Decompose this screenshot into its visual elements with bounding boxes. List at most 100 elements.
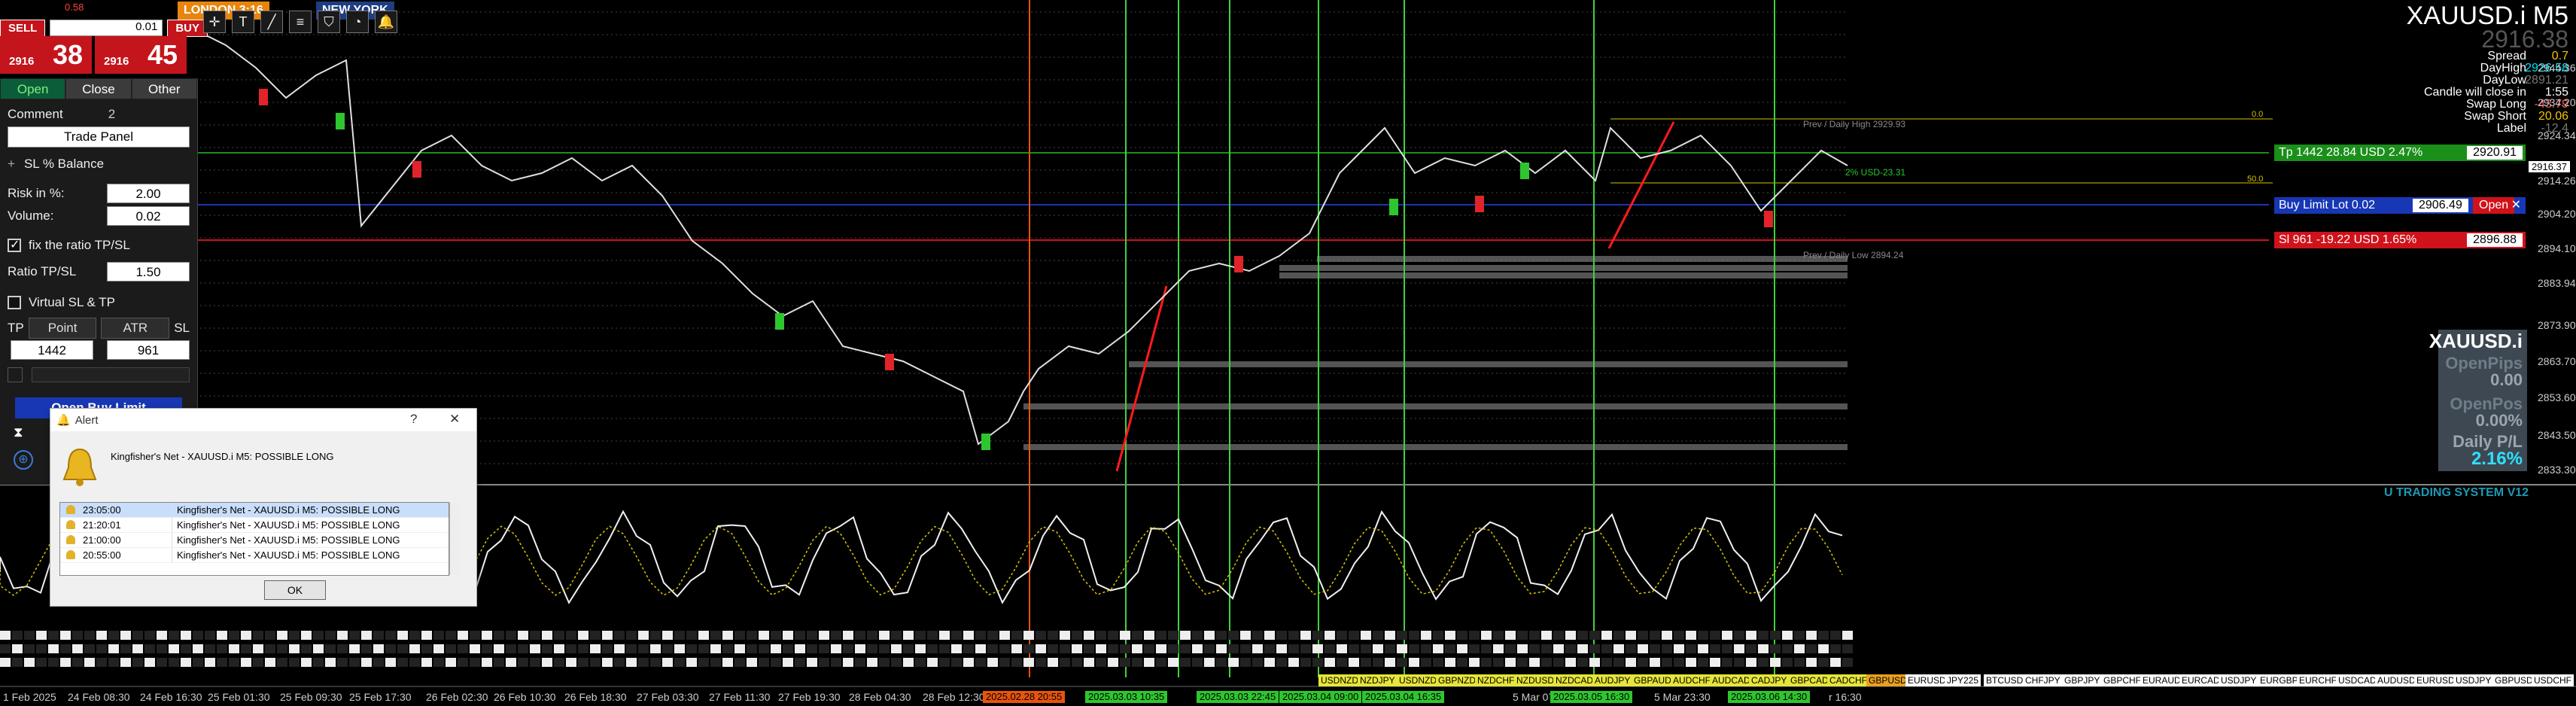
pair-tag[interactable]: USDCAD	[2336, 674, 2379, 686]
pair-tag[interactable]: CADJPY	[1749, 674, 1790, 686]
shield-icon[interactable]: ⛉	[318, 11, 340, 33]
trade-panel-button[interactable]: Trade Panel	[8, 126, 190, 148]
state-bar	[1662, 658, 1672, 667]
state-bar	[951, 658, 962, 667]
state-bar	[1722, 644, 1732, 653]
help-icon[interactable]: ?	[410, 412, 417, 427]
hourglass-icon[interactable]: ⧗	[14, 425, 23, 440]
pair-tag[interactable]: GBPJPY	[2062, 674, 2103, 686]
state-bar	[1830, 631, 1841, 640]
buy-limit-order-label[interactable]: Buy Limit Lot 0.02 2906.49 Open ✕	[2274, 197, 2526, 214]
sl-input[interactable]: 961	[107, 340, 190, 360]
list-item[interactable]: 20:55:00 Kingfisher's Net - XAUUSD.i M5: …	[60, 548, 449, 563]
pair-tag[interactable]: GBPAUD	[1632, 674, 1674, 686]
list-item[interactable]: 21:00:00 Kingfisher's Net - XAUUSD.i M5: …	[60, 533, 449, 548]
list-item[interactable]: 21:20:01 Kingfisher's Net - XAUUSD.i M5: …	[60, 518, 449, 533]
alert-list[interactable]: 23:05:00 Kingfisher's Net - XAUUSD.i M5: …	[59, 502, 461, 576]
buy-limit-close-icon[interactable]: ✕	[2511, 197, 2521, 214]
state-bar	[1312, 658, 1323, 667]
state-bar	[349, 658, 360, 667]
pair-tag[interactable]: GBPNZD	[1436, 674, 1479, 686]
state-bar	[144, 644, 155, 653]
crosshair-icon[interactable]: ✛	[203, 11, 226, 33]
event-time-tag: 2025.03.03 22:45	[1197, 691, 1279, 703]
tab-close[interactable]: Close	[65, 78, 132, 99]
state-bar	[1349, 658, 1359, 667]
state-bar	[1337, 644, 1347, 653]
pair-tag[interactable]: USDJPY	[2453, 674, 2494, 686]
fibonacci-icon[interactable]: ≡	[289, 11, 312, 33]
sell-button[interactable]: SELL	[0, 19, 46, 37]
pair-tag[interactable]: AUDJPY	[1592, 674, 1633, 686]
list-item[interactable]: 23:05:00 Kingfisher's Net - XAUUSD.i M5: …	[60, 503, 449, 518]
state-bar	[1361, 644, 1371, 653]
buy-price-box[interactable]: 2916 45	[95, 36, 187, 74]
time-axis-label: 26 Feb 18:30	[564, 691, 627, 703]
pair-tag[interactable]: EURCAD	[2179, 674, 2222, 686]
state-bar	[518, 658, 528, 667]
lot-input[interactable]: 0.01	[50, 20, 163, 36]
pair-tag[interactable]: GBPUSD	[1866, 674, 1909, 686]
close-icon[interactable]: ✕	[449, 412, 460, 427]
pair-tag[interactable]: CHFJPY	[2023, 674, 2063, 686]
pair-tag[interactable]: GBPCHF	[2101, 674, 2144, 686]
pair-tag[interactable]: AUDCHF	[1671, 674, 1713, 686]
pair-tag[interactable]: CADCHF	[1827, 674, 1869, 686]
pair-tag[interactable]: GBPCAD	[1788, 674, 1831, 686]
sl-order-label[interactable]: Sl 961 -19.22 USD 1.65% 2896.88	[2274, 232, 2526, 248]
target-icon[interactable]: ⊕	[14, 450, 33, 470]
pair-tag[interactable]: EURUSD	[2414, 674, 2457, 686]
tp-input[interactable]: 1442	[11, 340, 93, 360]
prev-low-label: Prev / Daily Low 2894.24	[1803, 250, 1904, 260]
state-bar	[843, 644, 853, 653]
atr-button[interactable]: ATR	[101, 318, 170, 339]
alert-bell-icon[interactable]: 🔔	[375, 11, 397, 33]
time-axis-label: 25 Feb 17:30	[349, 691, 412, 703]
pair-tag[interactable]: EURCHF	[2297, 674, 2339, 686]
pair-tag[interactable]: NZDUSD	[1514, 674, 1556, 686]
pair-tag[interactable]: AUDUSD	[2375, 674, 2418, 686]
point-button[interactable]: Point	[28, 318, 97, 339]
pair-tag[interactable]: USDNZD	[1318, 674, 1361, 686]
pair-tag[interactable]: NZDJPY	[1358, 674, 1397, 686]
pair-tag[interactable]: EURAUD	[2140, 674, 2183, 686]
sell-price-box[interactable]: 2916 38	[0, 36, 92, 74]
pair-tag[interactable]: NZDCAD	[1553, 674, 1595, 686]
buy-limit-open-button[interactable]: Open	[2473, 197, 2515, 214]
pair-tag[interactable]: USDCHF	[2532, 674, 2574, 686]
pair-tag[interactable]: GBPUSD	[2492, 674, 2535, 686]
plus-icon[interactable]: +	[8, 157, 15, 172]
pair-tag[interactable]: JPY225	[1945, 674, 1981, 686]
pair-tag[interactable]: AUDCAD	[1710, 674, 1753, 686]
pie-icon[interactable]: ◔	[346, 11, 369, 33]
tab-other[interactable]: Other	[131, 78, 197, 99]
state-bar	[1794, 658, 1805, 667]
volume-input[interactable]: 0.02	[107, 206, 190, 226]
pair-tag[interactable]: EURUSD	[1905, 674, 1948, 686]
fix-ratio-checkbox[interactable]	[8, 237, 21, 252]
virtual-checkbox[interactable]	[8, 296, 21, 309]
pair-tag[interactable]: NZDCHF	[1475, 674, 1517, 686]
buy-button[interactable]: BUY	[167, 19, 208, 37]
comment-value[interactable]: 2	[108, 107, 115, 122]
risk-input[interactable]: 2.00	[107, 184, 190, 203]
pair-tag[interactable]: BTCUSD	[1984, 674, 2026, 686]
state-bar	[1626, 644, 1636, 653]
state-bar	[265, 658, 275, 667]
unknown-checkbox[interactable]	[8, 367, 23, 382]
alert-list-scrollbar[interactable]	[449, 503, 461, 575]
state-bar	[1493, 658, 1504, 667]
state-bar	[891, 658, 902, 667]
pair-tag[interactable]: USDNZD	[1397, 674, 1439, 686]
state-bar	[1084, 658, 1094, 667]
state-bar	[157, 644, 167, 653]
ok-button[interactable]: OK	[264, 580, 326, 600]
text-icon[interactable]: T	[232, 11, 254, 33]
tab-open[interactable]: Open	[0, 78, 66, 99]
state-bar	[1529, 658, 1540, 667]
pair-tag[interactable]: USDJPY	[2219, 674, 2259, 686]
trendline-icon[interactable]: ╱	[260, 11, 283, 33]
tp-order-label[interactable]: Tp 1442 28.84 USD 2.47% 2920.91	[2274, 145, 2526, 161]
ratio-input[interactable]: 1.50	[107, 262, 190, 281]
pair-tag[interactable]: EURGBP	[2258, 674, 2301, 686]
